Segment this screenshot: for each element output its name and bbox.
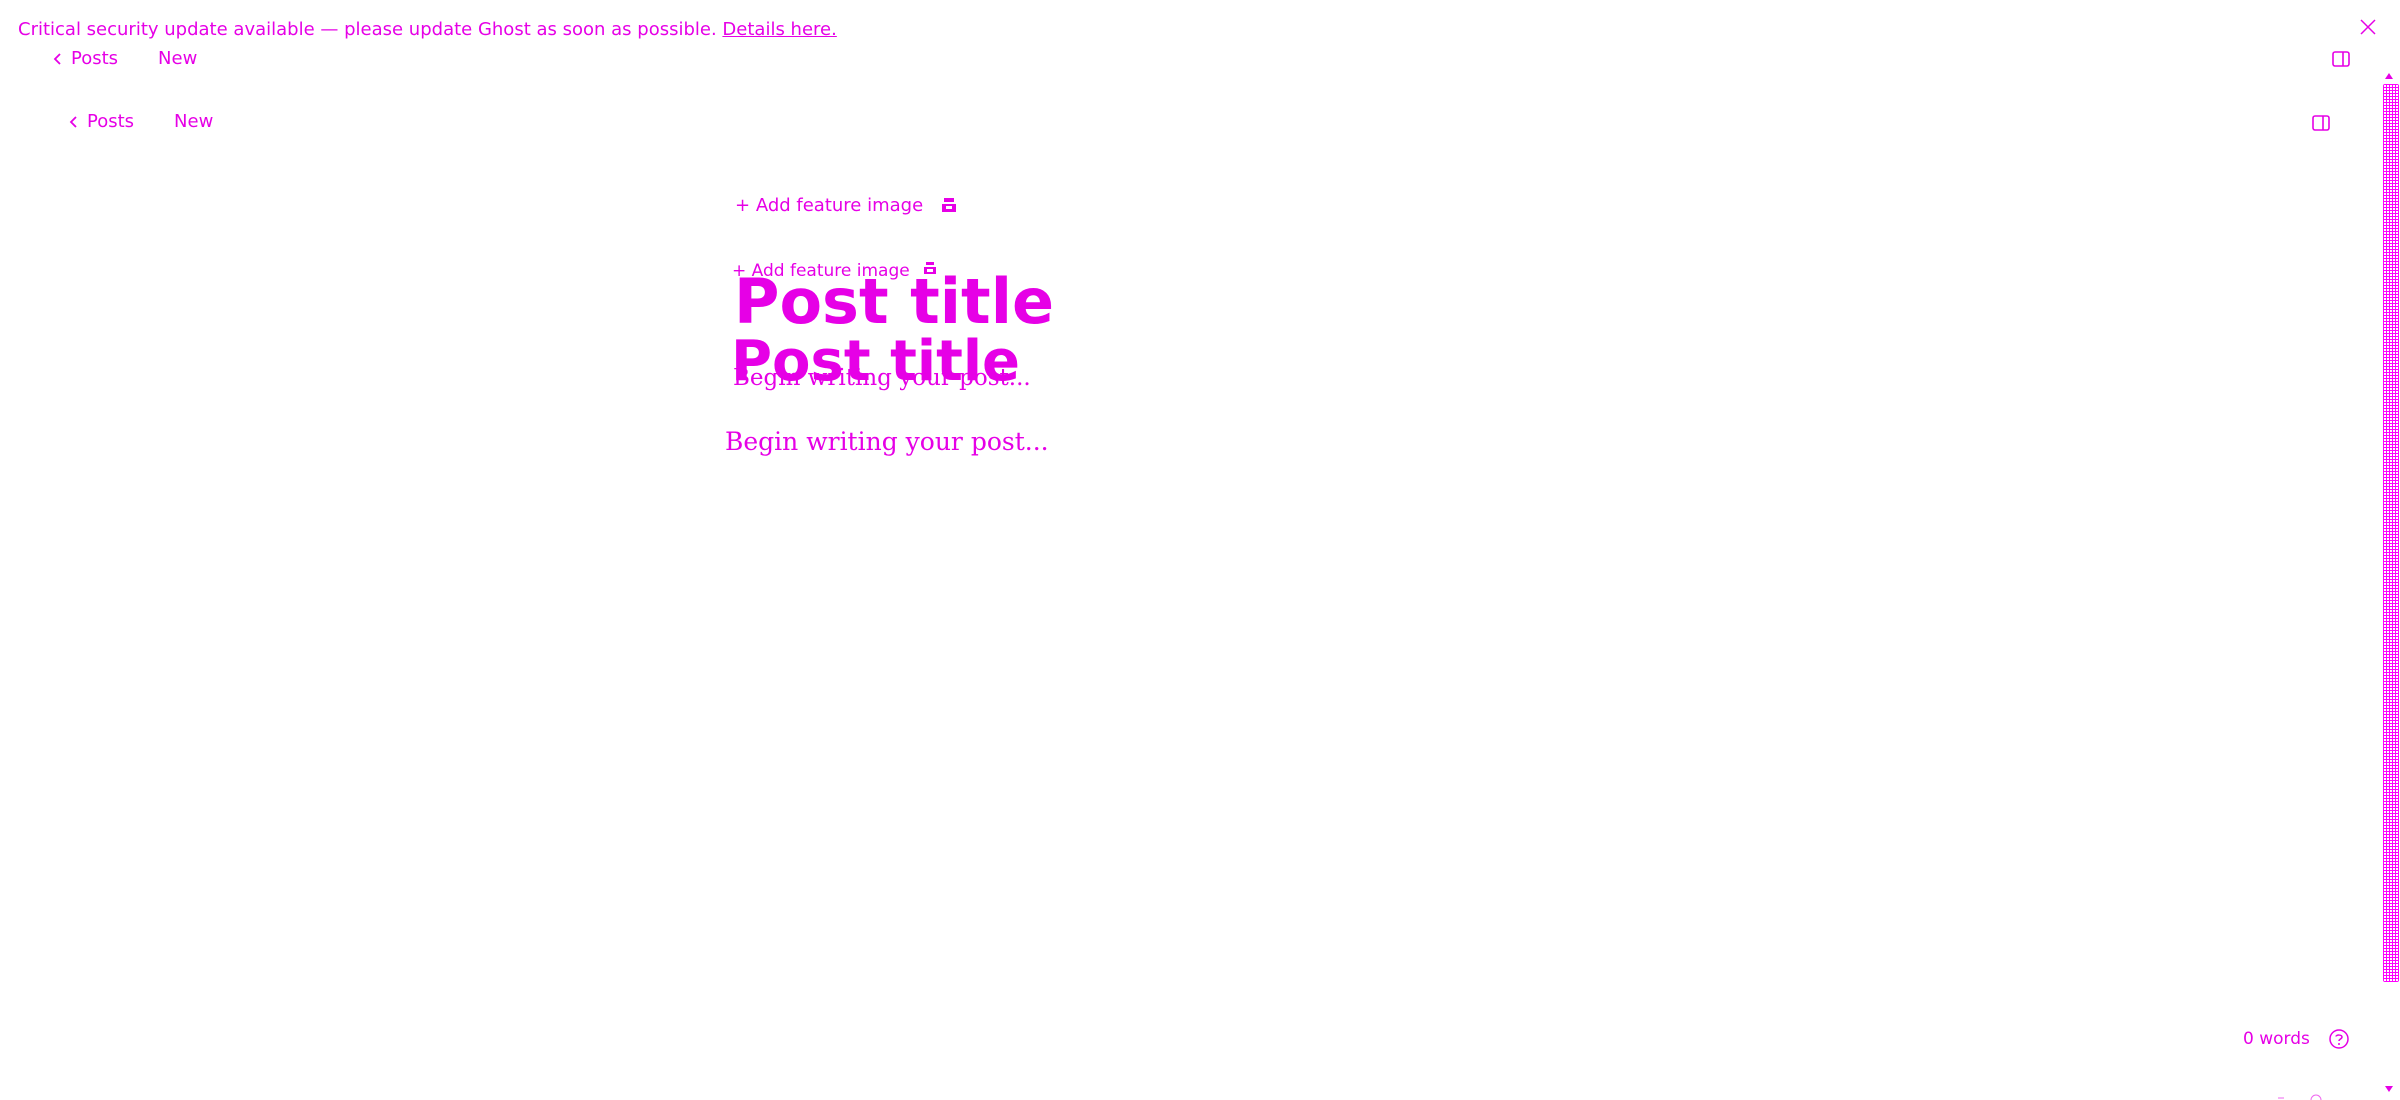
back-to-posts-link-secondary[interactable]: Posts [68,110,134,134]
scroll-up-arrow[interactable] [2384,72,2394,80]
arrow-up-icon [2385,73,2393,79]
details-link[interactable]: Details here. [722,19,836,40]
plus-icon: + [732,261,747,281]
back-label-secondary: Posts [87,111,135,132]
image-icon [924,262,936,274]
back-to-posts-link[interactable]: Posts [52,47,118,71]
help-button[interactable] [2328,1028,2350,1050]
add-feature-image-button[interactable]: + Add feature image [735,194,923,218]
post-title-input-secondary[interactable]: Post title [731,330,1020,394]
security-banner: Critical security update available — ple… [18,18,837,42]
back-label: Posts [71,48,119,69]
plus-icon: + [735,195,751,216]
unsplash-button[interactable] [940,196,958,214]
editor-nav: Posts New [68,110,213,134]
layout-toggle-icon [2332,51,2350,67]
add-feature-image-label: Add feature image [755,195,924,216]
chevron-left-icon [69,116,77,128]
question-icon [2329,1029,2349,1049]
unsplash-button-secondary[interactable] [922,260,938,276]
close-icon [2360,19,2376,35]
scrollbar-thumb[interactable] [2383,84,2399,982]
add-feature-image-button-secondary[interactable]: + Add feature image [732,260,910,282]
top-nav: Posts New [52,47,197,71]
arrow-down-icon [2385,1086,2393,1092]
post-status: New [158,48,198,69]
layout-toggle-button-secondary[interactable] [2310,112,2332,134]
security-banner-message: Critical security update available — ple… [18,19,717,40]
post-status-secondary: New [174,111,214,132]
word-count: 0 words [2243,1029,2310,1049]
chevron-left-icon [53,53,61,65]
post-body-editor-secondary[interactable]: Begin writing your post... [725,426,1049,458]
add-feature-image-label-secondary: Add feature image [751,261,910,281]
image-icon [942,198,956,212]
layout-toggle-button[interactable] [2330,48,2352,70]
banner-close-button[interactable] [2357,16,2379,38]
scroll-down-arrow[interactable] [2384,1085,2394,1093]
layout-toggle-icon [2312,115,2330,131]
